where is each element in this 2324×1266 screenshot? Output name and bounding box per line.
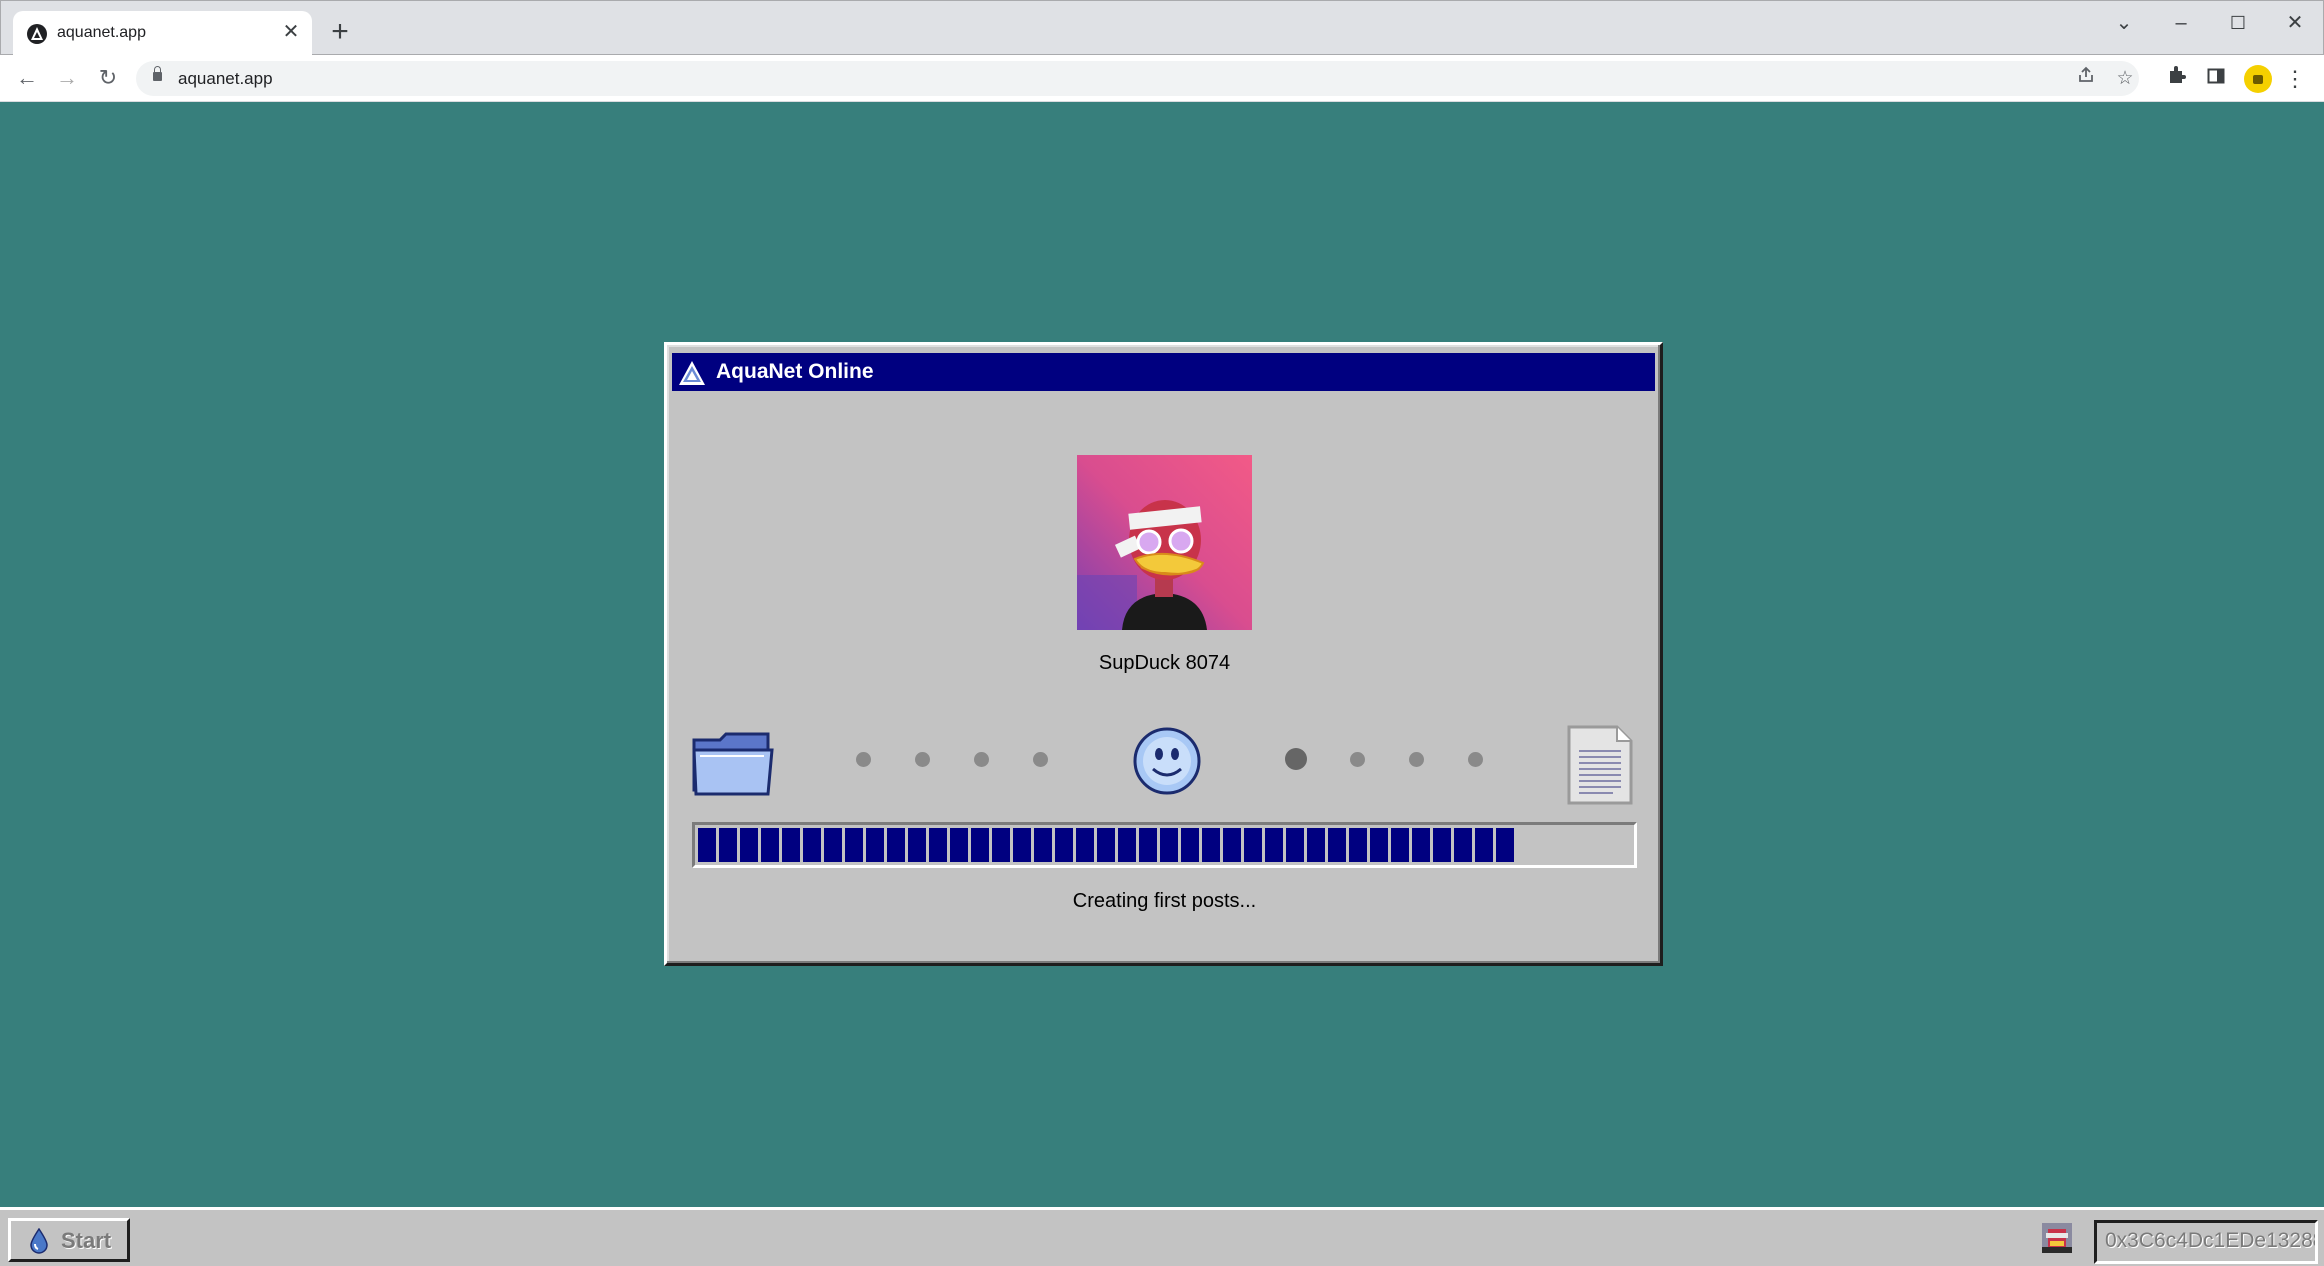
folder-icon: [692, 730, 774, 803]
back-button[interactable]: ←: [12, 63, 42, 93]
progress-block: [698, 828, 716, 862]
lock-icon[interactable]: [153, 66, 162, 81]
tab-close-icon[interactable]: ✕: [279, 20, 303, 44]
progress-block: [1475, 828, 1493, 862]
tab-title: aquanet.app: [57, 24, 146, 41]
reload-button[interactable]: ↻: [93, 63, 123, 93]
wallet-address[interactable]: 0x3C6c4Dc1EDe13288: [2094, 1220, 2318, 1264]
maximize-button[interactable]: ☐: [2218, 9, 2258, 37]
progress-block: [929, 828, 947, 862]
progress-block: [1244, 828, 1262, 862]
progress-dot: [1468, 752, 1483, 767]
progress-dot: [915, 752, 930, 767]
browser-toolbar: ← → ↻ aquanet.app ☆ ⋮: [0, 55, 2324, 102]
progress-block: [803, 828, 821, 862]
progress-block: [1202, 828, 1220, 862]
dialog-title: AquaNet Online: [716, 360, 874, 383]
progress-block: [1328, 828, 1346, 862]
progress-dot: [974, 752, 989, 767]
progress-dot: [1350, 752, 1365, 767]
water-drop-icon: [29, 1227, 49, 1259]
address-bar[interactable]: aquanet.app ☆: [136, 61, 2139, 96]
progress-block: [908, 828, 926, 862]
side-panel-icon[interactable]: [2202, 65, 2230, 93]
profile-icon[interactable]: [2244, 65, 2272, 93]
progress-block: [824, 828, 842, 862]
document-icon: [1565, 723, 1635, 812]
tray-avatar-icon[interactable]: [2042, 1223, 2072, 1253]
progress-block: [719, 828, 737, 862]
progress-block: [1433, 828, 1451, 862]
progress-block: [1307, 828, 1325, 862]
star-icon[interactable]: ☆: [2112, 66, 2138, 92]
menu-icon[interactable]: ⋮: [2281, 65, 2309, 93]
username: SupDuck 8074: [1098, 652, 1231, 674]
aquanet-dialog: AquaNet Online SupDuck 8074 Creating fir…: [664, 342, 1663, 966]
forward-button[interactable]: →: [52, 63, 82, 93]
progress-block: [1118, 828, 1136, 862]
progress-block: [866, 828, 884, 862]
aquanet-favicon-icon: [27, 24, 47, 44]
progress-block: [1139, 828, 1157, 862]
progress-block: [761, 828, 779, 862]
progress-block: [1097, 828, 1115, 862]
close-window-button[interactable]: ✕: [2275, 9, 2315, 37]
new-tab-button[interactable]: +: [326, 17, 354, 47]
progress-block: [1391, 828, 1409, 862]
progress-block: [1286, 828, 1304, 862]
extensions-icon[interactable]: [2163, 65, 2191, 93]
avatar: [1077, 455, 1252, 630]
share-icon[interactable]: [2073, 66, 2099, 92]
progress-fill: [698, 828, 1517, 862]
progress-block: [1076, 828, 1094, 862]
progress-block: [782, 828, 800, 862]
progress-block: [1160, 828, 1178, 862]
progress-block: [992, 828, 1010, 862]
smiley-icon: [1132, 725, 1202, 802]
progress-block: [1265, 828, 1283, 862]
progress-block: [1181, 828, 1199, 862]
progress-block: [1223, 828, 1241, 862]
taskbar: Start 0x3C6c4Dc1EDe13288: [0, 1207, 2324, 1266]
progress-bar: [692, 822, 1637, 868]
start-button[interactable]: Start: [8, 1218, 130, 1262]
progress-block: [1013, 828, 1031, 862]
minimize-button[interactable]: –: [2161, 9, 2201, 37]
progress-block: [971, 828, 989, 862]
progress-block: [1370, 828, 1388, 862]
progress-block: [1496, 828, 1514, 862]
status-text: Creating first posts...: [1072, 890, 1257, 912]
progress-block: [1454, 828, 1472, 862]
progress-block: [845, 828, 863, 862]
browser-tab[interactable]: aquanet.app ✕: [13, 11, 312, 56]
progress-block: [1034, 828, 1052, 862]
url-text[interactable]: aquanet.app: [178, 69, 273, 89]
tab-search-icon[interactable]: ⌄: [2104, 9, 2144, 37]
progress-block: [740, 828, 758, 862]
aquanet-logo-icon: [678, 360, 706, 391]
progress-dot: [856, 752, 871, 767]
progress-block: [1349, 828, 1367, 862]
progress-block: [950, 828, 968, 862]
progress-block: [887, 828, 905, 862]
progress-dot: [1033, 752, 1048, 767]
progress-dot: [1409, 752, 1424, 767]
progress-block: [1055, 828, 1073, 862]
dialog-titlebar[interactable]: AquaNet Online: [672, 353, 1655, 391]
tab-strip: aquanet.app ✕ + ⌄ – ☐ ✕: [0, 0, 2324, 56]
start-label: Start: [61, 1228, 112, 1253]
progress-block: [1412, 828, 1430, 862]
progress-dot-active: [1285, 748, 1307, 770]
